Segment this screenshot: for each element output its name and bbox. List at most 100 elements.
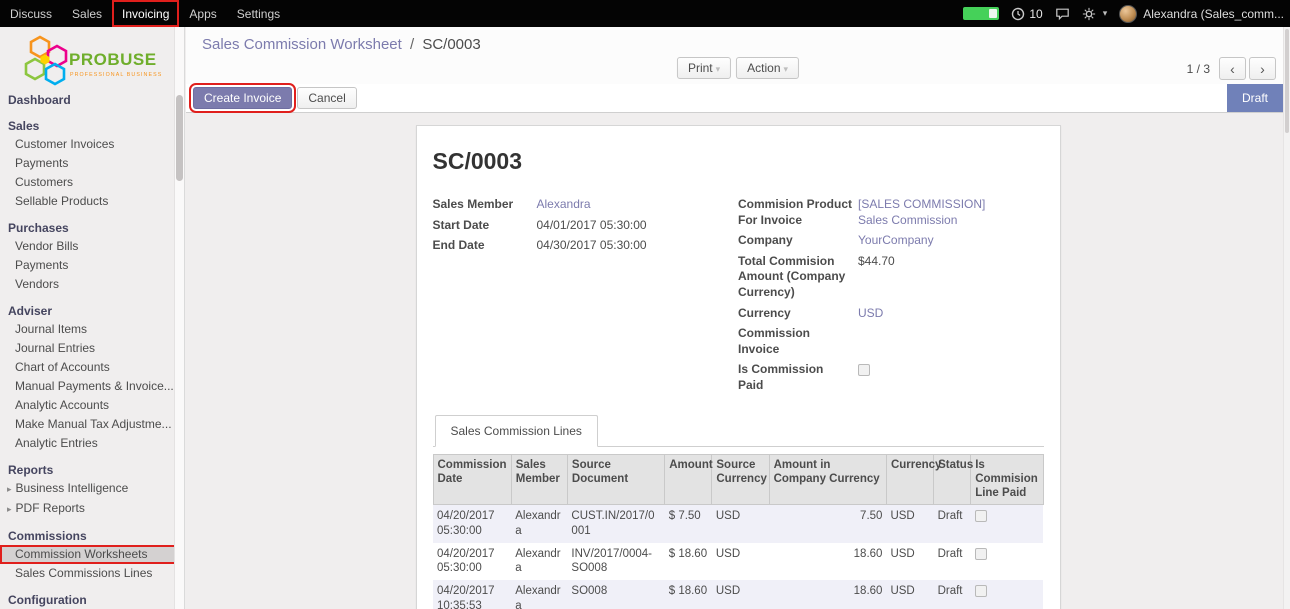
col-header-amount-in-company-currency[interactable]: Amount in Company Currency [769, 454, 886, 504]
cancel-button[interactable]: Cancel [297, 87, 356, 109]
cell-amount: $ 18.60 [665, 543, 712, 581]
table-row[interactable]: 04/20/2017 05:30:00 Alexandra INV/2017/0… [433, 543, 1043, 581]
sidebar-item-make-manual-tax-adjustments[interactable]: Make Manual Tax Adjustme... [0, 415, 184, 434]
line-paid-checkbox[interactable] [975, 548, 987, 560]
sidebar-item-journal-entries[interactable]: Journal Entries [0, 339, 184, 358]
user-name: Alexandra (Sales_comm... [1143, 7, 1284, 21]
sales-member-link[interactable]: Alexandra [537, 197, 702, 213]
notebook-tabs: Sales Commission Lines [433, 415, 1044, 447]
tab-sales-commission-lines[interactable]: Sales Commission Lines [435, 415, 598, 447]
topmenu-sales[interactable]: Sales [62, 0, 112, 27]
print-dropdown-button[interactable]: Print▾ [677, 57, 731, 79]
cell-source-currency: USD [712, 543, 769, 581]
cell-line-paid [971, 580, 1043, 609]
developer-tools-menu[interactable]: ▾ [1082, 7, 1108, 21]
sidebar-scrollbar-thumb[interactable] [176, 95, 183, 181]
col-header-source-currency[interactable]: Source Currency [712, 454, 769, 504]
status-badge: Draft [1227, 84, 1283, 112]
cell-currency: USD [886, 580, 933, 609]
user-menu[interactable]: Alexandra (Sales_comm... [1119, 5, 1284, 23]
main-scrollbar-thumb[interactable] [1285, 29, 1289, 133]
activities-count: 10 [1029, 7, 1042, 21]
cell-source-document: SO008 [567, 580, 664, 609]
cell-status: Draft [934, 543, 971, 581]
sales-member-label: Sales Member [433, 197, 537, 213]
line-paid-checkbox[interactable] [975, 585, 987, 597]
col-header-amount[interactable]: Amount [665, 454, 712, 504]
top-navbar: Discuss Sales Invoicing Apps Settings 10… [0, 0, 1290, 27]
commission-product-label: Commision Product For Invoice [738, 197, 858, 228]
sidebar-item-analytic-accounts[interactable]: Analytic Accounts [0, 396, 184, 415]
field-group-right: Commision Product For Invoice[SALES COMM… [738, 197, 1044, 399]
sidebar-item-business-intelligence[interactable]: ▸Business Intelligence [0, 479, 184, 499]
sidebar-item-customers[interactable]: Customers [0, 173, 184, 192]
sidebar-item-commission-worksheets[interactable]: Commission Worksheets [0, 545, 184, 564]
col-header-is-commission-line-paid[interactable]: Is Commision Line Paid [971, 454, 1043, 504]
sidebar-item-manual-payments-invoice[interactable]: Manual Payments & Invoice... [0, 377, 184, 396]
caret-down-icon: ▾ [716, 64, 721, 74]
print-label: Print [688, 61, 713, 75]
pager-previous-button[interactable]: ‹ [1219, 57, 1246, 80]
sidebar-item-vendor-bills[interactable]: Vendor Bills [0, 237, 184, 256]
end-date-value: 04/30/2017 05:30:00 [537, 238, 702, 254]
sidebar-item-chart-of-accounts[interactable]: Chart of Accounts [0, 358, 184, 377]
is-commission-paid-checkbox[interactable] [858, 364, 870, 376]
commission-lines-table: Commission Date Sales Member Source Docu… [433, 454, 1044, 609]
table-row[interactable]: 04/20/2017 10:35:53 Alexandra SO008 $ 18… [433, 580, 1043, 609]
sidebar-item-payments-sales[interactable]: Payments [0, 154, 184, 173]
breadcrumb-parent-link[interactable]: Sales Commission Worksheet [202, 36, 402, 53]
probuse-logo-icon: PROBUSE PROFESSIONAL BUSINESS [17, 35, 167, 87]
commission-product-link[interactable]: [SALES COMMISSION] Sales Commission [858, 197, 1008, 228]
col-header-source-document[interactable]: Source Document [567, 454, 664, 504]
main-area: Sales Commission Worksheet / SC/0003 Pri… [186, 27, 1290, 609]
logo-title: PROBUSE [69, 50, 157, 69]
topmenu-discuss[interactable]: Discuss [0, 0, 62, 27]
total-commission-amount-value: $44.70 [858, 254, 1008, 301]
topmenu-invoicing[interactable]: Invoicing [112, 0, 179, 27]
commission-invoice-value [858, 326, 1008, 357]
sidebar-section-purchases: Purchases [0, 219, 184, 237]
expand-arrow-icon: ▸ [7, 504, 12, 514]
main-scrollbar[interactable] [1283, 27, 1290, 609]
col-header-sales-member[interactable]: Sales Member [511, 454, 567, 504]
col-header-currency[interactable]: Currency [886, 454, 933, 504]
sidebar-item-payments-purchases[interactable]: Payments [0, 256, 184, 275]
company-link[interactable]: YourCompany [858, 233, 1008, 249]
cell-commission-date: 04/20/2017 05:30:00 [433, 504, 511, 542]
sidebar-item-sellable-products[interactable]: Sellable Products [0, 192, 184, 211]
cell-line-paid [971, 543, 1043, 581]
sidebar-section-dashboard[interactable]: Dashboard [0, 91, 184, 109]
action-buttons: Print▾ Action▾ [677, 57, 799, 79]
activities-menu[interactable]: 10 [1011, 7, 1042, 21]
line-paid-checkbox[interactable] [975, 510, 987, 522]
sidebar-item-vendors[interactable]: Vendors [0, 275, 184, 294]
col-header-status[interactable]: Status [934, 454, 971, 504]
company-logo: PROBUSE PROFESSIONAL BUSINESS [0, 27, 184, 89]
create-invoice-button[interactable]: Create Invoice [193, 87, 292, 109]
sidebar-item-analytic-entries[interactable]: Analytic Entries [0, 434, 184, 453]
table-row[interactable]: 04/20/2017 05:30:00 Alexandra CUST.IN/20… [433, 504, 1043, 542]
topmenu-settings[interactable]: Settings [227, 0, 290, 27]
sidebar-item-sales-commissions-lines[interactable]: Sales Commissions Lines [0, 564, 184, 583]
topmenu-apps[interactable]: Apps [179, 0, 226, 27]
action-label: Action [747, 61, 780, 75]
cell-status: Draft [934, 504, 971, 542]
sidebar-item-customer-invoices[interactable]: Customer Invoices [0, 135, 184, 154]
cell-commission-date: 04/20/2017 10:35:53 [433, 580, 511, 609]
cell-sales-member: Alexandra [511, 580, 567, 609]
sidebar-item-journal-items[interactable]: Journal Items [0, 320, 184, 339]
sidebar-item-pdf-reports[interactable]: ▸PDF Reports [0, 499, 184, 519]
chevron-left-icon: ‹ [1230, 61, 1235, 77]
sidebar-nav: Dashboard Sales Customer Invoices Paymen… [0, 91, 184, 609]
gear-icon [1082, 7, 1096, 21]
messages-menu[interactable] [1055, 7, 1070, 21]
sidebar-scrollbar[interactable] [174, 27, 184, 609]
sidebar-item-label: Business Intelligence [16, 481, 129, 495]
action-dropdown-button[interactable]: Action▾ [736, 57, 799, 79]
total-commission-amount-label: Total Commision Amount (Company Currency… [738, 254, 858, 301]
currency-link[interactable]: USD [858, 306, 1008, 322]
col-header-commission-date[interactable]: Commission Date [433, 454, 511, 504]
is-commission-paid-label: Is Commission Paid [738, 362, 858, 393]
sidebar-section-reports: Reports [0, 461, 184, 479]
pager-next-button[interactable]: › [1249, 57, 1276, 80]
